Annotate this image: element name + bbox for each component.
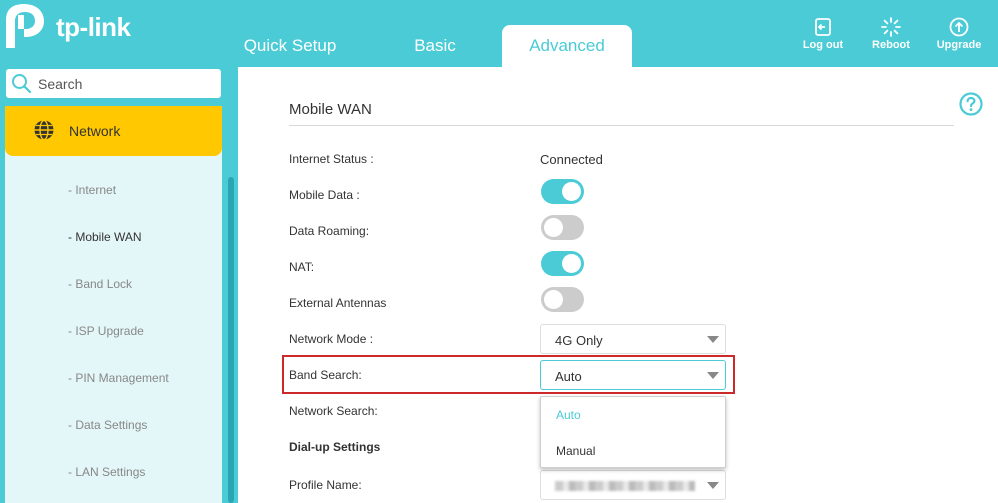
chevron-down-icon: [707, 336, 719, 343]
toggle-knob: [562, 254, 581, 273]
sidebar-item-lan-settings[interactable]: - LAN Settings: [68, 465, 145, 479]
profile-name-select[interactable]: [540, 470, 726, 500]
dropdown-option-manual[interactable]: Manual: [556, 444, 595, 458]
chevron-down-icon: [707, 482, 719, 489]
chevron-down-icon: [707, 372, 719, 379]
sidebar-item-network[interactable]: Network: [5, 106, 222, 156]
dropdown-option-auto[interactable]: Auto: [556, 408, 581, 422]
dialup-settings-heading: Dial-up Settings: [289, 440, 381, 454]
nat-label: NAT:: [289, 260, 315, 274]
search-icon: [12, 74, 32, 94]
sidebar: Network - Internet - Mobile WAN - Band L…: [0, 67, 238, 503]
search-input[interactable]: [38, 73, 213, 94]
network-mode-value: 4G Only: [555, 333, 603, 348]
page-title: Mobile WAN: [289, 101, 372, 118]
brand-name: tp-link: [56, 12, 131, 42]
globe-icon: [34, 119, 54, 141]
internet-status-label: Internet Status :: [289, 152, 374, 166]
sidebar-menu: Network - Internet - Mobile WAN - Band L…: [5, 106, 222, 503]
profile-name-label: Profile Name:: [289, 478, 362, 492]
band-search-dropdown: Auto Manual: [540, 396, 726, 468]
data-roaming-label: Data Roaming:: [289, 224, 370, 238]
toggle-knob: [544, 290, 563, 309]
sidebar-item-isp-upgrade[interactable]: - ISP Upgrade: [68, 324, 144, 338]
external-antennas-label: External Antennas: [289, 296, 387, 310]
tab-basic[interactable]: Basic: [380, 25, 490, 67]
sidebar-item-network-label: Network: [69, 123, 121, 139]
sidebar-search: [6, 69, 221, 98]
upgrade-label: Upgrade: [936, 39, 982, 51]
sidebar-item-internet[interactable]: - Internet: [68, 183, 116, 197]
network-search-label: Network Search:: [289, 404, 378, 418]
sidebar-item-pin-management[interactable]: - PIN Management: [68, 371, 169, 385]
reboot-icon: [881, 17, 901, 37]
internet-status-value: Connected: [540, 152, 603, 167]
network-mode-label: Network Mode :: [289, 332, 374, 346]
reboot-button[interactable]: Reboot: [861, 17, 921, 51]
mobile-data-label: Mobile Data :: [289, 188, 360, 202]
network-mode-select[interactable]: 4G Only: [540, 324, 726, 354]
nat-toggle[interactable]: [541, 251, 584, 276]
mobile-data-toggle[interactable]: [541, 179, 584, 204]
reboot-label: Reboot: [872, 39, 910, 51]
logout-label: Log out: [802, 39, 844, 51]
tab-quick-setup[interactable]: Quick Setup: [235, 25, 345, 67]
sidebar-item-data-settings[interactable]: - Data Settings: [68, 418, 147, 432]
tab-advanced[interactable]: Advanced: [502, 25, 632, 67]
band-search-label: Band Search:: [289, 368, 362, 382]
tp-link-logo-icon: [6, 4, 44, 48]
top-header: tp-link Quick Setup Basic Advanced Log o…: [0, 0, 998, 67]
upgrade-button[interactable]: Upgrade: [929, 17, 989, 51]
sidebar-item-band-lock[interactable]: - Band Lock: [68, 277, 132, 291]
band-search-select[interactable]: Auto: [540, 360, 726, 390]
band-search-value: Auto: [555, 369, 582, 384]
tp-link-logo: tp-link: [2, 2, 152, 52]
logout-button[interactable]: Log out: [793, 17, 853, 51]
logout-icon: [815, 18, 831, 36]
external-antennas-toggle[interactable]: [541, 287, 584, 312]
sidebar-item-mobile-wan[interactable]: - Mobile WAN: [68, 230, 142, 244]
main-content: Mobile WAN Internet Status : Connected M…: [238, 67, 998, 503]
toggle-knob: [544, 218, 563, 237]
data-roaming-toggle[interactable]: [541, 215, 584, 240]
help-icon[interactable]: [959, 92, 983, 116]
toggle-knob: [562, 182, 581, 201]
profile-name-value-redacted: [555, 481, 695, 491]
sidebar-scrollbar[interactable]: [228, 177, 234, 503]
upgrade-icon: [949, 17, 969, 37]
title-divider: [289, 125, 954, 126]
